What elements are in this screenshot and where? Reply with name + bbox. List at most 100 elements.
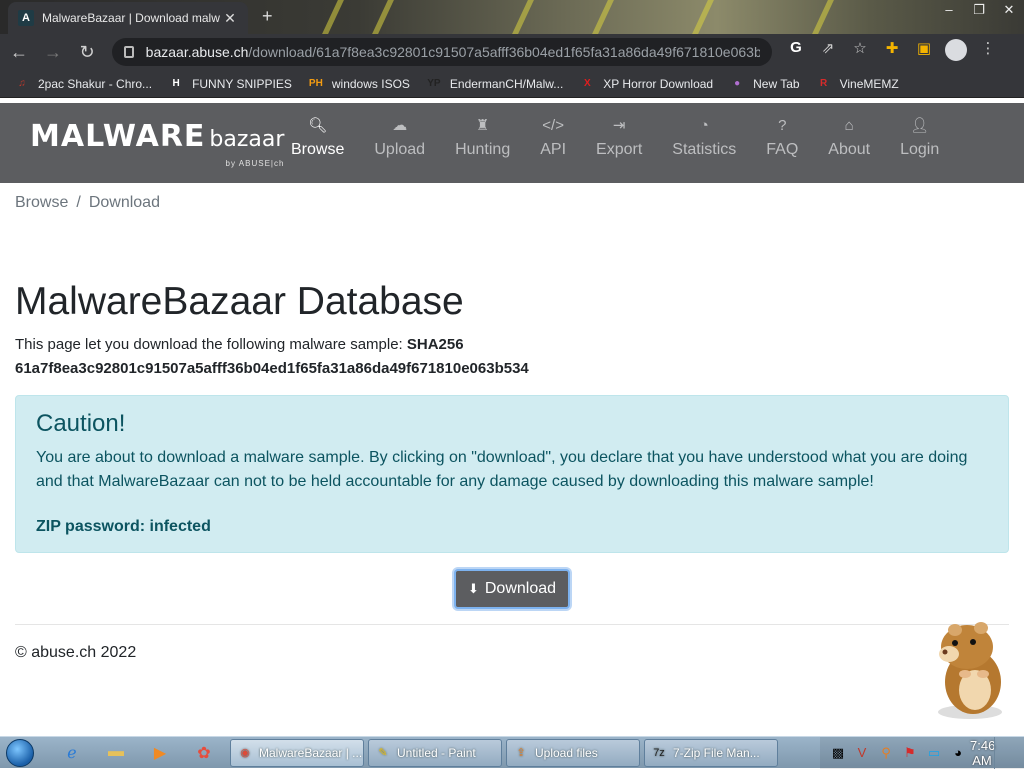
taskbar-task[interactable]: 7z 7-Zip File Man... [644, 738, 778, 767]
bookmark-item[interactable]: ● New Tab [729, 76, 800, 92]
yp-icon: YP [427, 78, 441, 89]
footer-copyright: © abuse.ch 2022 [15, 644, 137, 661]
bookmark-item[interactable]: X XP Horror Download [579, 76, 713, 92]
file-explorer-icon[interactable]: ▬ [94, 743, 138, 763]
footer-divider [15, 624, 1009, 625]
bookmark-item[interactable]: ♫ 2pac Shakur - Chro... [14, 76, 152, 92]
nav-label: Login [900, 141, 940, 158]
nav-item-browse[interactable]: 🔍︎ Browse [276, 115, 359, 159]
nav-item-about[interactable]: ⌂ About [813, 115, 885, 159]
nav-item-login[interactable]: 👤︎ Login [885, 115, 954, 159]
url-host: bazaar.abuse.ch [145, 44, 249, 60]
nav-item-faq[interactable]: ? FAQ [751, 115, 813, 159]
bookmark-label: 2pac Shakur - Chro... [38, 76, 153, 91]
nav-label: API [540, 141, 567, 158]
profile-avatar-icon[interactable] [940, 39, 972, 65]
google-icon[interactable]: G [780, 39, 812, 65]
download-button[interactable]: ⬇ Download [454, 569, 570, 609]
question-icon: ? [778, 117, 787, 134]
nav-item-api[interactable]: </> API [525, 115, 581, 159]
malwarebazaar-logo[interactable]: MALWARE bazaar by ABUSE|ch [30, 119, 285, 168]
bookmark-item[interactable]: YP EndermanCH/Malw... [426, 76, 563, 92]
windows-logo-icon [6, 738, 34, 767]
menu-kebab-icon[interactable]: ⋮ [972, 39, 1004, 65]
task-label: Untitled - Paint [397, 745, 476, 760]
taskbar-task[interactable]: ⇪ Upload files [506, 738, 640, 767]
logo-text-bazaar: bazaar [209, 127, 285, 152]
tray-search-icon[interactable]: ⚲ [874, 745, 898, 761]
taskbar-task[interactable]: ✎ Untitled - Paint [368, 738, 502, 767]
tray-app-icon[interactable]: ▩ [826, 745, 850, 761]
share-icon[interactable]: ⇗ [812, 39, 844, 65]
start-button[interactable] [0, 737, 40, 769]
sha256-hash: 61a7f8ea3c92801c91507a5afff36b04ed1f65fa… [15, 360, 529, 377]
cloud-upload-icon: ☁ [392, 117, 408, 134]
r-icon: R [819, 78, 828, 89]
file-download-icon: ⬇ [467, 581, 479, 596]
minimize-icon[interactable]: – [934, 0, 964, 24]
media-player-icon[interactable]: ▶ [138, 743, 182, 763]
address-bar[interactable]: bazaar.abuse.ch/download/61a7f8ea3c92801… [112, 38, 772, 66]
back-arrow-icon[interactable]: ← [4, 42, 34, 63]
search-icon: 🔍︎ [308, 117, 328, 134]
close-window-icon[interactable]: ✕ [994, 0, 1024, 24]
url-path: /download/61a7f8ea3c92801c91507a5afff36b… [248, 44, 760, 60]
browser-tab-active[interactable]: A MalwareBazaar | Download malw ✕ [8, 2, 248, 34]
side-panel-icon[interactable]: ▣ [908, 39, 940, 65]
tray-speaker-icon[interactable]: ◕ [946, 745, 970, 760]
close-tab-icon[interactable]: ✕ [222, 10, 238, 27]
tab-title: MalwareBazaar | Download malw [42, 11, 220, 25]
forward-arrow-icon[interactable]: → [38, 42, 68, 63]
task-label: MalwareBazaar | ... [259, 745, 363, 760]
nav-label: Statistics [672, 141, 737, 158]
nav-label: Browse [291, 141, 345, 158]
new-tab-icon[interactable]: + [262, 6, 273, 27]
taskbar-task[interactable]: ◉ MalwareBazaar | ... [230, 738, 364, 767]
system-tray: ▩ V ⚲ ⚑ ▭ ◕ 7:46 AM [820, 736, 1024, 769]
extensions-puzzle-icon[interactable]: ✚ [876, 39, 908, 65]
breadcrumb-browse[interactable]: Browse [15, 194, 68, 211]
bookmark-label: FUNNY SNIPPIES [192, 76, 292, 91]
reload-icon[interactable]: ↻ [72, 42, 102, 63]
breadcrumb-separator: / [76, 194, 81, 211]
nav-item-upload[interactable]: ☁ Upload [359, 115, 440, 159]
bookmark-label: windows ISOS [331, 76, 410, 91]
nav-item-hunting[interactable]: ♜ Hunting [440, 115, 525, 159]
paint-icon: ✎ [378, 747, 388, 759]
nav-label: FAQ [766, 141, 799, 158]
hunting-icon: ♜ [475, 117, 490, 134]
nav-item-export[interactable]: ⇥ Export [581, 115, 657, 159]
app-launcher-icon[interactable]: ✿ [182, 743, 226, 763]
tray-display-icon[interactable]: ▭ [922, 745, 946, 761]
logo-by-abuse: by ABUSE|ch [225, 159, 285, 168]
tray-flag-icon[interactable]: ⚑ [898, 745, 922, 761]
maximize-icon[interactable]: ❐ [964, 0, 994, 24]
bookmark-item[interactable]: PH windows ISOS [308, 76, 410, 92]
download-label: Download [484, 580, 557, 597]
bookmark-star-icon[interactable]: ☆ [844, 39, 876, 65]
sha256-label: SHA256 [406, 336, 464, 353]
chrome-icon: ◉ [240, 747, 250, 759]
hamster-mascot-icon[interactable] [925, 612, 1015, 722]
user-icon: 👤︎ [910, 117, 930, 134]
bookmark-item[interactable]: R VineMEMZ [816, 76, 899, 92]
show-desktop-button[interactable] [994, 736, 1018, 769]
tray-v-icon[interactable]: V [850, 745, 874, 760]
clock[interactable]: 7:46 AM [970, 738, 995, 768]
bookmark-item[interactable]: H FUNNY SNIPPIES [168, 76, 292, 92]
bookmarks-bar: ♫ 2pac Shakur - Chro... H FUNNY SNIPPIES PH w… [0, 70, 1024, 98]
breadcrumb: Browse / Download [15, 194, 160, 212]
site-header: MALWARE bazaar by ABUSE|ch 🔍︎ Browse ☁ Uploa… [0, 103, 1024, 183]
lock-icon[interactable] [124, 46, 134, 58]
code-icon: </> [542, 117, 564, 134]
malwarebazaar-favicon-icon: A [18, 10, 34, 26]
nav-item-statistics[interactable]: ◔ Statistics [657, 115, 751, 159]
pie-chart-icon: ◔ [699, 117, 709, 134]
nav-label: Export [596, 141, 643, 158]
browser-tab-strip: A MalwareBazaar | Download malw ✕ + – ❐ … [0, 0, 1024, 34]
window-controls: – ❐ ✕ [934, 0, 1024, 24]
internet-explorer-icon[interactable]: ℯ [50, 743, 94, 763]
caution-heading: Caution! [36, 410, 126, 437]
x-icon: X [583, 78, 591, 89]
h-icon: H [172, 78, 180, 89]
